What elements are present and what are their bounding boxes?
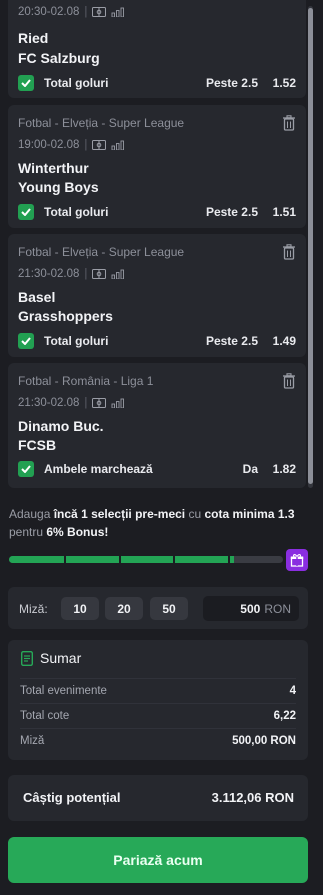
away-team: Young Boys xyxy=(18,179,99,195)
separator: | xyxy=(84,6,88,18)
summary-doc-icon xyxy=(21,651,33,666)
home-team: Dinamo Buc. xyxy=(18,418,104,434)
progress-segment-divider xyxy=(228,556,230,563)
summary-label: Total cote xyxy=(20,709,70,722)
summary-row: Miză 500,00 RON xyxy=(20,728,296,752)
pick: Peste 2.5 xyxy=(205,76,258,90)
bet-slip-scrollbar[interactable] xyxy=(308,6,313,488)
potential-win-value: 3.112,06 RON xyxy=(211,790,294,805)
event-meta: 19:00-02.08 | xyxy=(18,139,125,151)
event-datetime: 21:30-02.08 xyxy=(18,397,80,409)
event-datetime: 20:30-02.08 xyxy=(18,6,80,18)
place-bet-button[interactable]: Pariază acum xyxy=(8,837,308,883)
summary-value: 4 xyxy=(289,684,296,697)
event-meta: 21:30-02.08 | xyxy=(18,397,125,409)
selection-row: Total goluri Peste 2.5 1.51 xyxy=(18,203,296,221)
odds: 1.51 xyxy=(272,205,296,219)
promo-highlight: cota minima 1.3 xyxy=(204,507,295,521)
quick-stake-50-button[interactable]: 50 xyxy=(150,597,188,620)
stake-panel: Miză: 10 20 50 500 RON xyxy=(8,587,308,629)
checkbox-checked-icon[interactable] xyxy=(18,461,34,477)
summary-value: 500,00 RON xyxy=(232,734,296,747)
live-tv-icon[interactable] xyxy=(92,269,107,279)
bonus-progress-bar xyxy=(9,556,283,563)
separator: | xyxy=(84,397,88,409)
odds: 1.52 xyxy=(272,76,296,90)
promo-text: cu xyxy=(185,507,205,521)
event-datetime: 21:30-02.08 xyxy=(18,268,80,280)
selection-row: Ambele marchează Da 1.82 xyxy=(18,460,296,478)
checkbox-checked-icon[interactable] xyxy=(18,204,34,220)
stake-input[interactable]: 500 RON xyxy=(203,596,299,621)
separator: | xyxy=(84,268,88,280)
summary-title: Sumar xyxy=(40,650,82,666)
odds: 1.82 xyxy=(272,462,296,476)
market-name: Total goluri xyxy=(44,334,109,348)
event-meta: 21:30-02.08 | xyxy=(18,268,125,280)
potential-win-panel: Câștig potențial 3.112,06 RON xyxy=(8,775,308,821)
stake-currency: RON xyxy=(264,601,291,616)
stake-label: Miză: xyxy=(19,602,48,616)
live-tv-icon[interactable] xyxy=(92,7,107,17)
separator: | xyxy=(84,139,88,151)
bonus-progress-fill xyxy=(9,556,234,563)
league-name: Fotbal - Elveția - Super League xyxy=(18,245,185,259)
market-name: Total goluri xyxy=(44,205,109,219)
scrollbar-thumb[interactable] xyxy=(308,8,313,484)
stake-amount[interactable]: 500 xyxy=(240,602,260,616)
summary-value: 6,22 xyxy=(273,709,296,722)
selection-row: Total goluri Peste 2.5 1.52 xyxy=(18,74,296,92)
promo-highlight: 6% Bonus xyxy=(46,525,105,539)
gift-icon[interactable] xyxy=(286,549,308,571)
summary-row: Total cote 6,22 xyxy=(20,703,296,727)
quick-stake-10-button[interactable]: 10 xyxy=(61,597,99,620)
promo-text: Adauga xyxy=(9,507,54,521)
progress-segment-divider xyxy=(119,556,121,563)
progress-segment-divider xyxy=(173,556,175,563)
pick: Da xyxy=(242,462,258,476)
bet-card: 20:30-02.08 | Ried FC Salzburg Total gol… xyxy=(8,0,306,98)
away-team: Grasshoppers xyxy=(18,308,113,324)
pick: Peste 2.5 xyxy=(205,205,258,219)
trash-icon[interactable] xyxy=(282,115,296,131)
home-team: Ried xyxy=(18,30,49,46)
promo-highlight: încă 1 selecții pre-meci xyxy=(53,507,186,521)
stats-icon[interactable] xyxy=(111,398,125,408)
potential-win-label: Câștig potențial xyxy=(23,790,121,805)
summary-label: Miză xyxy=(20,734,45,747)
summary-row: Total evenimente 4 xyxy=(20,678,296,702)
trash-icon[interactable] xyxy=(282,373,296,389)
odds: 1.49 xyxy=(272,334,296,348)
pick: Peste 2.5 xyxy=(205,334,258,348)
bet-card: Fotbal - Elveția - Super League 19:00-02… xyxy=(8,105,306,228)
home-team: Winterthur xyxy=(18,160,89,176)
league-name: Fotbal - Elveția - Super League xyxy=(18,116,185,130)
promo-highlight: ! xyxy=(104,525,109,539)
stats-icon[interactable] xyxy=(111,7,125,17)
progress-segment-divider xyxy=(64,556,66,563)
league-name: Fotbal - România - Liga 1 xyxy=(18,374,154,388)
stats-icon[interactable] xyxy=(111,269,125,279)
event-meta: 20:30-02.08 | xyxy=(18,6,125,18)
summary-label: Total evenimente xyxy=(20,684,107,697)
summary-panel: Sumar Total evenimente 4 Total cote 6,22… xyxy=(8,640,308,760)
home-team: Basel xyxy=(18,289,56,305)
market-name: Ambele marchează xyxy=(44,462,153,476)
event-datetime: 19:00-02.08 xyxy=(18,139,80,151)
promo-text: pentru xyxy=(9,525,47,539)
checkbox-checked-icon[interactable] xyxy=(18,75,34,91)
live-tv-icon[interactable] xyxy=(92,398,107,408)
selection-row: Total goluri Peste 2.5 1.49 xyxy=(18,332,296,350)
bet-card: Fotbal - România - Liga 1 21:30-02.08 | … xyxy=(8,363,306,488)
checkbox-checked-icon[interactable] xyxy=(18,333,34,349)
trash-icon[interactable] xyxy=(282,244,296,260)
bet-card: Fotbal - Elveția - Super League 21:30-02… xyxy=(8,234,306,357)
quick-stake-20-button[interactable]: 20 xyxy=(105,597,143,620)
bonus-promo-text: Adauga încă 1 selecții pre-meci cu cota … xyxy=(9,505,309,541)
market-name: Total goluri xyxy=(44,76,109,90)
stats-icon[interactable] xyxy=(111,140,125,150)
away-team: FCSB xyxy=(18,437,57,453)
away-team: FC Salzburg xyxy=(18,50,100,66)
live-tv-icon[interactable] xyxy=(92,140,107,150)
